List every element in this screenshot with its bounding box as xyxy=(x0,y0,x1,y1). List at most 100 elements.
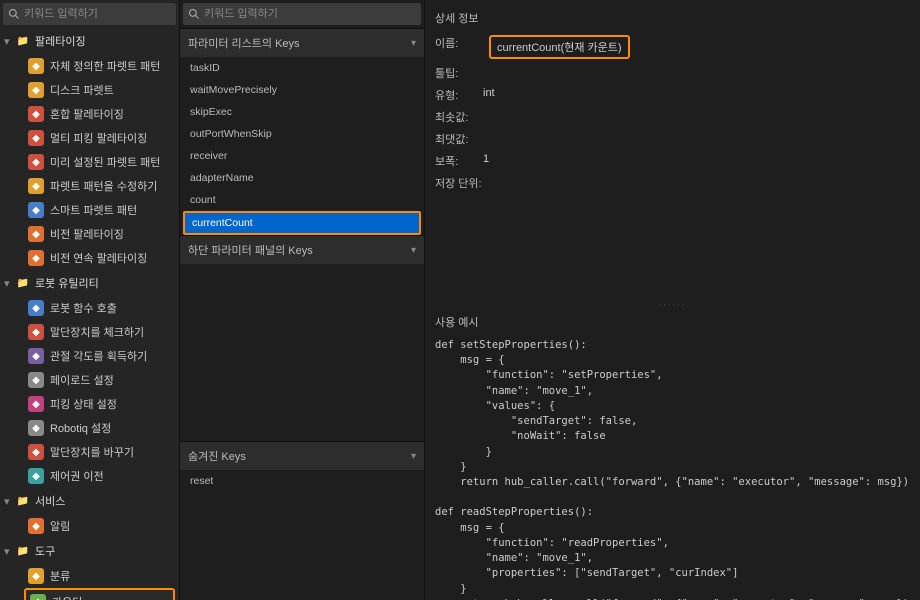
detail-row: 보폭:1 xyxy=(425,150,920,172)
detail-label: 최댓값: xyxy=(435,131,483,147)
item-label: 멀티 피킹 팔레타이징 xyxy=(50,130,147,146)
key-item[interactable]: waitMovePrecisely xyxy=(180,79,424,101)
tree-group[interactable]: ▾📁팔레타이징 xyxy=(0,28,179,54)
item-icon: ◆ xyxy=(28,348,44,364)
item-icon: ◆ xyxy=(28,372,44,388)
tree-item[interactable]: ◆파렛트 패턴을 수정하기 xyxy=(0,174,179,198)
item-icon: ◆ xyxy=(28,202,44,218)
folder-icon: 📁 xyxy=(16,494,30,508)
key-item[interactable]: taskID xyxy=(180,57,424,79)
section-label: 파라미터 리스트의 Keys xyxy=(188,35,300,51)
tree-item[interactable]: ◆카운터 xyxy=(24,588,175,600)
tree-item[interactable]: ◆ 멀티 피킹 팔레타이징 xyxy=(0,126,179,150)
left-search-input[interactable] xyxy=(24,8,171,20)
chevron-down-icon: ▾ xyxy=(411,451,416,462)
section-hidden-keys[interactable]: 숨겨진 Keys ▾ xyxy=(180,441,424,470)
tree-item[interactable]: ◆비전 연속 팔레타이징 xyxy=(0,246,179,270)
item-label: 알림 xyxy=(50,518,70,534)
key-item[interactable]: adapterName xyxy=(180,167,424,189)
group-label: 로봇 유틸리티 xyxy=(35,275,99,291)
item-icon: ◆ xyxy=(28,420,44,436)
key-item[interactable]: reset xyxy=(180,470,424,492)
tree-item[interactable]: ◆피킹 상태 설정 xyxy=(0,392,179,416)
tree-group[interactable]: ▾📁도구 xyxy=(0,538,179,564)
detail-row: 최솟값: xyxy=(425,106,920,128)
mid-search-input[interactable] xyxy=(204,8,416,20)
item-label: 디스크 파렛트 xyxy=(50,82,114,98)
resize-handle[interactable]: ······ xyxy=(425,300,920,310)
tree-item[interactable]: ◆말단장치를 체크하기 xyxy=(0,320,179,344)
section-param-keys[interactable]: 파라미터 리스트의 Keys ▾ xyxy=(180,28,424,57)
usage-header: 사용 예시 xyxy=(435,314,479,330)
section-label: 숨겨진 Keys xyxy=(188,448,246,464)
item-label: 관절 각도를 획득하기 xyxy=(50,348,147,364)
mid-search[interactable] xyxy=(183,3,421,25)
mid-panel: 파라미터 리스트의 Keys ▾ taskIDwaitMovePrecisely… xyxy=(180,0,425,600)
item-icon: ◆ xyxy=(28,154,44,170)
detail-value: int xyxy=(483,87,495,103)
item-icon: ◆ xyxy=(28,58,44,74)
item-icon: ◆ xyxy=(28,396,44,412)
chevron-down-icon: ▾ xyxy=(411,38,416,49)
tree-item[interactable]: ◆말단장치를 바꾸기 xyxy=(0,440,179,464)
detail-section: 상세 정보 이름:currentCount(현재 카운트) 툴팁: 유형:int 최솟… xyxy=(425,0,920,300)
tree-item[interactable]: ◆ 관절 각도를 획득하기 xyxy=(0,344,179,368)
tree-item[interactable]: ◆비전 팔레타이징 xyxy=(0,222,179,246)
detail-value: 1 xyxy=(483,153,489,169)
section-label: 하단 파라미터 패널의 Keys xyxy=(188,242,313,258)
key-item[interactable]: receiver xyxy=(180,145,424,167)
key-item[interactable]: count xyxy=(180,189,424,211)
detail-header: 상세 정보 xyxy=(435,10,479,26)
detail-label: 이름: xyxy=(435,35,483,59)
detail-label: 유형: xyxy=(435,87,483,103)
tree-item[interactable]: ◆ 디스크 파렛트 xyxy=(0,78,179,102)
item-label: Robotiq 설정 xyxy=(50,420,111,436)
item-label: 비전 연속 팔레타이징 xyxy=(50,250,147,266)
key-item[interactable]: skipExec xyxy=(180,101,424,123)
hidden-keys-list: reset xyxy=(180,470,424,600)
detail-label: 툴팁: xyxy=(435,65,483,81)
tree-item[interactable]: ◆미리 설정된 파렛트 패턴 xyxy=(0,150,179,174)
item-icon: ◆ xyxy=(28,130,44,146)
group-label: 서비스 xyxy=(35,493,65,509)
key-item[interactable]: currentCount xyxy=(183,211,421,235)
right-panel: 상세 정보 이름:currentCount(현재 카운트) 툴팁: 유형:int 최솟… xyxy=(425,0,920,600)
item-label: 로봇 함수 호출 xyxy=(50,300,117,316)
detail-row: 저장 단위: xyxy=(425,172,920,194)
tree-item[interactable]: ◆ 페이로드 설정 xyxy=(0,368,179,392)
item-icon: ◆ xyxy=(28,226,44,242)
section-bottom-keys[interactable]: 하단 파라미터 패널의 Keys ▾ xyxy=(180,235,424,264)
tree-group[interactable]: ▾📁 로봇 유틸리티 xyxy=(0,270,179,296)
tree-item[interactable]: ◆자체 정의한 파렛트 패턴 xyxy=(0,54,179,78)
tree-item[interactable]: ◆제어권 이전 xyxy=(0,464,179,488)
group-label: 도구 xyxy=(35,543,55,559)
detail-value: currentCount(현재 카운트) xyxy=(489,35,630,59)
tree-group[interactable]: ▾📁 서비스 xyxy=(0,488,179,514)
usage-code: def setStepProperties(): msg = { "functi… xyxy=(425,334,920,600)
detail-label: 저장 단위: xyxy=(435,175,483,191)
item-label: 페이로드 설정 xyxy=(50,372,114,388)
item-icon: ◆ xyxy=(28,468,44,484)
detail-row: 이름:currentCount(현재 카운트) xyxy=(425,32,920,62)
tree-item[interactable]: ◆ Robotiq 설정 xyxy=(0,416,179,440)
item-label: 스마트 파렛트 패턴 xyxy=(50,202,137,218)
chevron-down-icon: ▾ xyxy=(411,245,416,256)
tree-item[interactable]: ◆혼합 팔레타이징 xyxy=(0,102,179,126)
item-icon: ◆ xyxy=(28,82,44,98)
chevron-down-icon: ▾ xyxy=(4,277,14,290)
chevron-down-icon: ▾ xyxy=(4,545,14,558)
folder-icon: 📁 xyxy=(16,276,30,290)
left-search[interactable] xyxy=(3,3,176,25)
item-icon: ◆ xyxy=(28,300,44,316)
detail-label: 보폭: xyxy=(435,153,483,169)
tree-item[interactable]: ◆분류 xyxy=(0,564,179,588)
tree-item[interactable]: ◆ 스마트 파렛트 패턴 xyxy=(0,198,179,222)
tree-item[interactable]: ◆ 알림 xyxy=(0,514,179,538)
chevron-down-icon: ▾ xyxy=(4,35,14,48)
tree-item[interactable]: ◆ 로봇 함수 호출 xyxy=(0,296,179,320)
item-icon: ◆ xyxy=(28,568,44,584)
item-icon: ◆ xyxy=(28,518,44,534)
key-item[interactable]: outPortWhenSkip xyxy=(180,123,424,145)
item-icon: ◆ xyxy=(28,444,44,460)
chevron-down-icon: ▾ xyxy=(4,495,14,508)
